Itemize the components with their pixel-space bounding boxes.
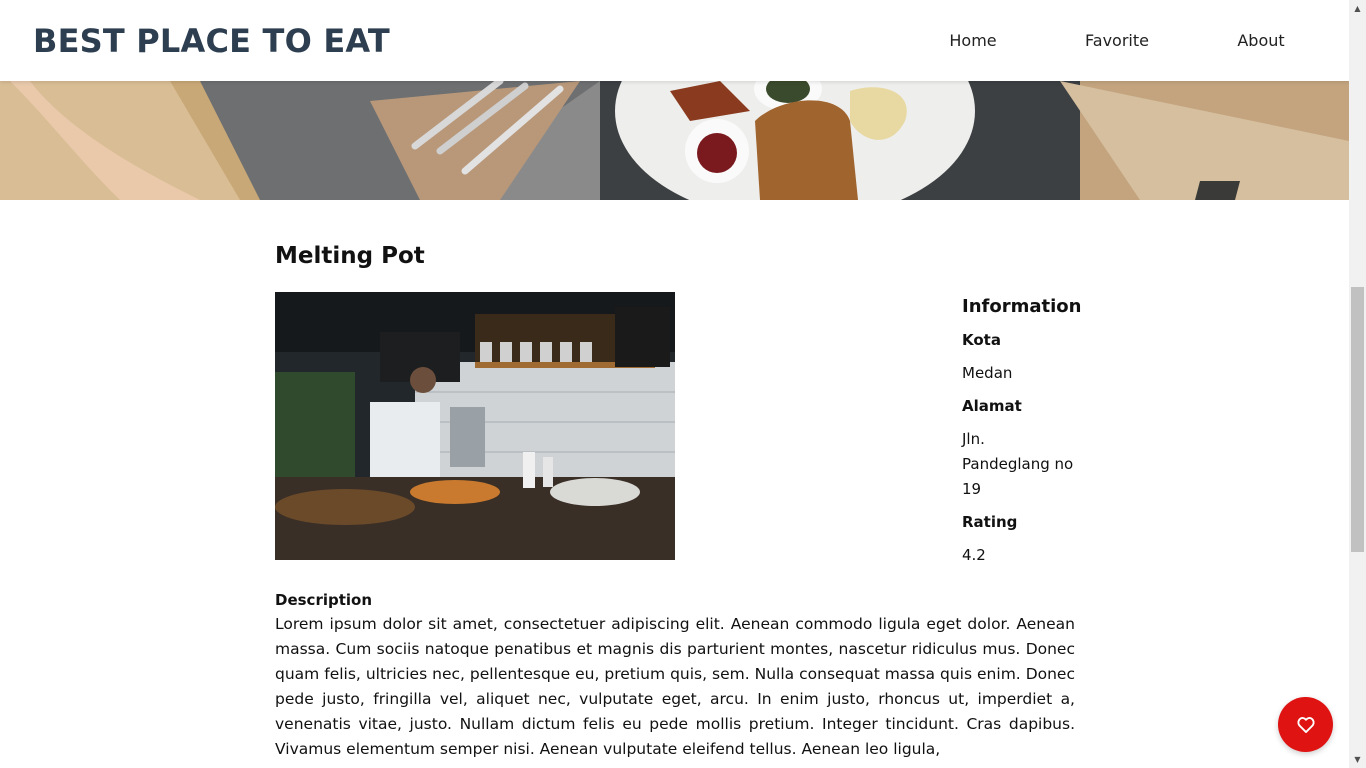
nav-about-link[interactable]: About [1189, 31, 1333, 50]
rating-label: Rating [962, 513, 1018, 531]
hero-banner-image [0, 81, 1349, 200]
favorite-button[interactable] [1278, 697, 1333, 752]
restaurant-detail: Melting Pot Information Kota Medan Alama… [275, 238, 1082, 592]
description-section: Description Lorem ipsum dolor sit amet, … [275, 588, 1075, 762]
cafe-kitchen-illustration [275, 292, 675, 560]
hero-breakfast-illustration [0, 81, 1349, 200]
brand-title[interactable]: BEST PLACE TO EAT [33, 22, 390, 60]
city-label: Kota [962, 331, 1001, 349]
address-label: Alamat [962, 397, 1022, 415]
nav-home-link[interactable]: Home [901, 31, 1045, 50]
city-value: Medan [962, 364, 1013, 382]
heart-icon [1296, 716, 1315, 733]
information-heading: Information [962, 296, 1082, 317]
restaurant-name: Melting Pot [275, 243, 425, 269]
detail-row: Information Kota Medan Alamat Jln. Pande… [275, 292, 1082, 592]
scrollbar-thumb[interactable] [1351, 287, 1364, 552]
page-scrollbar[interactable]: ▲ ▼ [1349, 0, 1366, 768]
information-panel: Information Kota Medan Alamat Jln. Pande… [962, 296, 1082, 576]
description-text: Lorem ipsum dolor sit amet, consectetuer… [275, 615, 1075, 758]
description-label: Description [275, 591, 373, 609]
nav-favorite-link[interactable]: Favorite [1045, 31, 1189, 50]
restaurant-photo [275, 292, 675, 560]
address-value: Jln. Pandeglang no 19 [962, 430, 1074, 498]
site-header: BEST PLACE TO EAT Home Favorite About [0, 0, 1349, 81]
main-nav: Home Favorite About [901, 0, 1349, 81]
scroll-up-arrow-icon[interactable]: ▲ [1349, 0, 1366, 17]
rating-value: 4.2 [962, 546, 986, 564]
scroll-down-arrow-icon[interactable]: ▼ [1349, 751, 1366, 768]
